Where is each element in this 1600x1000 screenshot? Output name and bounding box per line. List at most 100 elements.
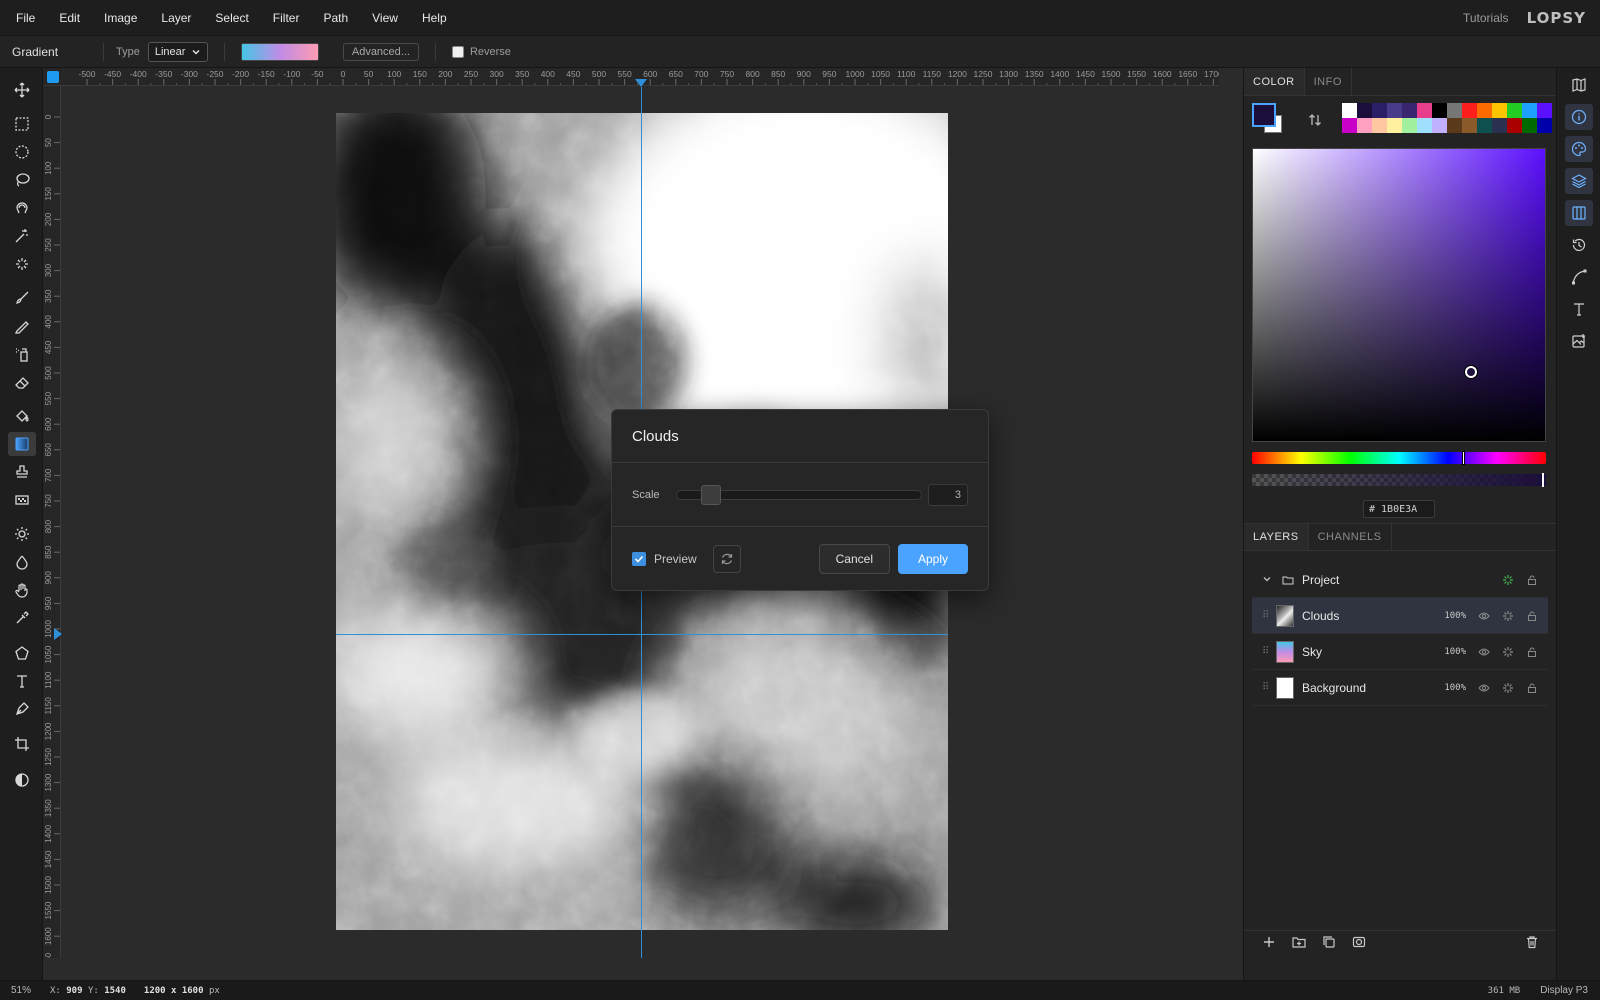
guide-marker-left[interactable] <box>54 628 62 640</box>
menu-select[interactable]: Select <box>203 11 260 25</box>
palette-swatch[interactable] <box>1342 103 1357 118</box>
palette-swatch[interactable] <box>1372 118 1387 133</box>
menu-image[interactable]: Image <box>92 11 149 25</box>
delete-layer-button[interactable] <box>1525 935 1539 952</box>
palette-swatch[interactable] <box>1387 103 1402 118</box>
palette-swatch[interactable] <box>1522 103 1537 118</box>
menu-view[interactable]: View <box>360 11 410 25</box>
eyedropper-tool[interactable] <box>8 606 36 630</box>
palette-swatch[interactable] <box>1492 118 1507 133</box>
dodge-tool[interactable] <box>8 522 36 546</box>
hand-tool[interactable] <box>8 578 36 602</box>
palette-swatch[interactable] <box>1357 118 1372 133</box>
palette-swatch[interactable] <box>1432 118 1447 133</box>
swap-colors-button[interactable] <box>1308 113 1322 130</box>
eye-icon[interactable] <box>1476 680 1492 696</box>
ruler-corner[interactable] <box>47 71 59 83</box>
brush-tool[interactable] <box>8 286 36 310</box>
palette-swatch[interactable] <box>1372 103 1387 118</box>
lock-icon[interactable] <box>1524 644 1540 660</box>
menu-file[interactable]: File <box>0 11 47 25</box>
palette-swatch[interactable] <box>1432 103 1447 118</box>
palette-swatch[interactable] <box>1537 103 1552 118</box>
palette-swatch[interactable] <box>1477 118 1492 133</box>
palette-swatch[interactable] <box>1522 118 1537 133</box>
reverse-toggle[interactable]: Reverse <box>451 45 511 58</box>
move-tool[interactable] <box>8 78 36 102</box>
reverse-checkbox[interactable] <box>451 45 464 58</box>
channels-panel-button[interactable] <box>1565 200 1593 226</box>
paths-panel-button[interactable] <box>1565 264 1593 290</box>
add-group-button[interactable] <box>1292 935 1306 952</box>
scale-input[interactable]: 3 <box>928 483 968 506</box>
palette-swatch[interactable] <box>1342 118 1357 133</box>
menu-help[interactable]: Help <box>410 11 459 25</box>
rect-select-tool[interactable] <box>8 112 36 136</box>
lock-icon[interactable] <box>1524 608 1540 624</box>
drag-handle-icon[interactable]: ⠿ <box>1262 646 1276 657</box>
pattern-tool[interactable] <box>8 488 36 512</box>
foreground-color-swatch[interactable] <box>1252 103 1276 127</box>
menu-path[interactable]: Path <box>311 11 360 25</box>
hex-input[interactable]: # 1B0E3A <box>1363 500 1435 518</box>
fill-tool[interactable] <box>8 404 36 428</box>
guide-marker-top[interactable] <box>635 79 647 87</box>
add-layer-button[interactable] <box>1262 935 1276 952</box>
palette-swatch[interactable] <box>1402 118 1417 133</box>
hue-slider[interactable] <box>1252 451 1546 465</box>
saturation-value-picker[interactable] <box>1252 148 1546 442</box>
tab-color[interactable]: COLOR <box>1244 68 1305 95</box>
hue-slider-handle[interactable] <box>1462 451 1465 465</box>
add-mask-button[interactable] <box>1352 935 1366 952</box>
crop-tool[interactable] <box>8 732 36 756</box>
palette-swatch[interactable] <box>1417 103 1432 118</box>
info-panel-button[interactable] <box>1565 104 1593 130</box>
zoom-level[interactable]: 51% <box>0 985 42 996</box>
layer-opacity[interactable]: 100% <box>1426 611 1466 621</box>
effects-icon[interactable] <box>1500 644 1516 660</box>
palette-swatch[interactable] <box>1447 103 1462 118</box>
gradient-type-select[interactable]: Linear <box>147 41 208 62</box>
effects-icon[interactable] <box>1500 572 1516 588</box>
quick-select-tool[interactable] <box>8 252 36 276</box>
reseed-button[interactable] <box>712 544 741 573</box>
scale-slider-thumb[interactable] <box>700 484 721 505</box>
mask-mode-toggle[interactable] <box>8 768 36 792</box>
scale-slider[interactable] <box>675 484 923 505</box>
stamp-tool[interactable] <box>8 460 36 484</box>
character-panel-button[interactable] <box>1565 296 1593 322</box>
layer-opacity[interactable]: 100% <box>1426 647 1466 657</box>
chevron-down-icon[interactable] <box>1262 573 1272 587</box>
palette-swatch[interactable] <box>1402 103 1417 118</box>
palette-swatch[interactable] <box>1462 118 1477 133</box>
horizontal-guide[interactable] <box>336 634 948 635</box>
apply-button[interactable]: Apply <box>898 543 968 574</box>
menu-edit[interactable]: Edit <box>47 11 92 25</box>
alpha-slider-handle[interactable] <box>1542 473 1544 487</box>
drag-handle-icon[interactable]: ⠿ <box>1262 610 1276 621</box>
lasso-tool[interactable] <box>8 168 36 192</box>
gradient-swatch[interactable] <box>240 42 319 61</box>
duplicate-layer-button[interactable] <box>1322 935 1336 952</box>
gradient-tool[interactable] <box>8 432 36 456</box>
pencil-tool[interactable] <box>8 314 36 338</box>
eye-icon[interactable] <box>1476 608 1492 624</box>
lock-icon[interactable] <box>1524 572 1540 588</box>
text-tool[interactable] <box>8 669 36 693</box>
advanced-button[interactable]: Advanced... <box>342 42 419 61</box>
layer-row-clouds[interactable]: ⠿ Clouds 100% <box>1252 598 1548 634</box>
color-profile[interactable]: Display P3 <box>1540 985 1600 996</box>
blur-tool[interactable] <box>8 550 36 574</box>
palette-swatch[interactable] <box>1507 118 1522 133</box>
drag-handle-icon[interactable]: ⠿ <box>1262 682 1276 693</box>
color-panel-button[interactable] <box>1565 136 1593 162</box>
eye-icon[interactable] <box>1476 644 1492 660</box>
history-panel-button[interactable] <box>1565 232 1593 258</box>
effects-icon[interactable] <box>1500 680 1516 696</box>
sv-picker-handle[interactable] <box>1465 366 1477 378</box>
layers-panel-button[interactable] <box>1565 168 1593 194</box>
magic-wand-tool[interactable] <box>8 224 36 248</box>
navigator-panel-button[interactable] <box>1565 72 1593 98</box>
eraser-tool[interactable] <box>8 370 36 394</box>
layer-row-background[interactable]: ⠿ Background 100% <box>1252 670 1548 706</box>
